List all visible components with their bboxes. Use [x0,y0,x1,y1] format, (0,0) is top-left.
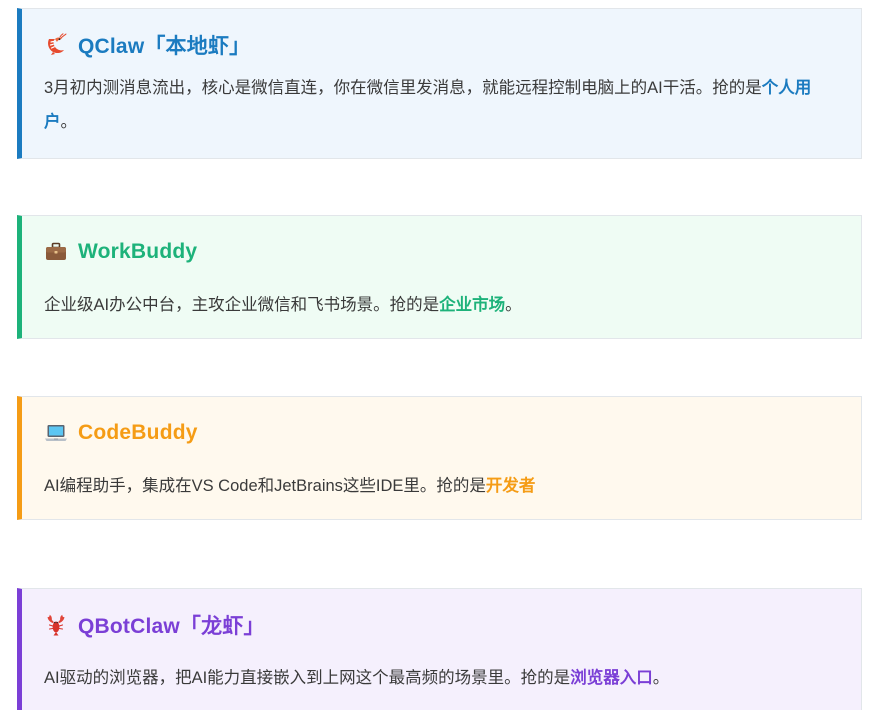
card-body: 企业级AI办公中台，主攻企业微信和飞书场景。抢的是企业市场。 [44,288,843,322]
card-title-text: QClaw「本地虾」 [78,35,251,58]
card-qbotclaw: QBotClaw「龙虾」 AI驱动的浏览器，把AI能力直接嵌入到上网这个最高频的… [17,588,862,710]
card-workbuddy: WorkBuddy 企业级AI办公中台，主攻企业微信和飞书场景。抢的是企业市场。 [17,215,862,339]
laptop-icon [45,425,67,441]
card-title: CodeBuddy [44,419,843,447]
card-title-text: QBotClaw「龙虾」 [78,615,265,638]
card-codebuddy: CodeBuddy AI编程助手，集成在VS Code和JetBrains这些I… [17,396,862,520]
card-highlight: 开发者 [485,477,536,495]
card-title-text: CodeBuddy [78,421,198,444]
lobster-icon [47,614,65,636]
card-body-text: AI驱动的浏览器，把AI能力直接嵌入到上网这个最高频的场景里。抢的是 [44,669,571,687]
briefcase-icon [46,242,66,260]
card-body-text: AI编程助手，集成在VS Code和JetBrains这些IDE里。抢的是 [44,477,486,495]
card-title-text: WorkBuddy [78,240,198,263]
card-body: AI驱动的浏览器，把AI能力直接嵌入到上网这个最高频的场景里。抢的是浏览器入口。 [44,661,843,695]
card-body-tail: 。 [505,296,522,314]
card-highlight: 企业市场 [439,296,506,314]
card-body-text: 3月初内测消息流出，核心是微信直连，你在微信里发消息，就能远程控制电脑上的AI干… [44,79,762,97]
card-body: 3月初内测消息流出，核心是微信直连，你在微信里发消息，就能远程控制电脑上的AI干… [44,71,843,139]
card-title: QClaw「本地虾」 [44,31,843,59]
page: QClaw「本地虾」 3月初内测消息流出，核心是微信直连，你在微信里发消息，就能… [0,0,870,710]
card-body: AI编程助手，集成在VS Code和JetBrains这些IDE里。抢的是开发者 [44,469,843,503]
card-title: WorkBuddy [44,238,843,266]
card-body-tail: 。 [60,113,78,131]
card-body-tail: 。 [652,669,670,687]
card-qclaw: QClaw「本地虾」 3月初内测消息流出，核心是微信直连，你在微信里发消息，就能… [17,8,862,159]
shrimp-icon [48,33,67,55]
card-title: QBotClaw「龙虾」 [44,611,843,639]
card-highlight: 浏览器入口 [570,669,653,687]
card-body-text: 企业级AI办公中台，主攻企业微信和飞书场景。抢的是 [44,296,440,314]
